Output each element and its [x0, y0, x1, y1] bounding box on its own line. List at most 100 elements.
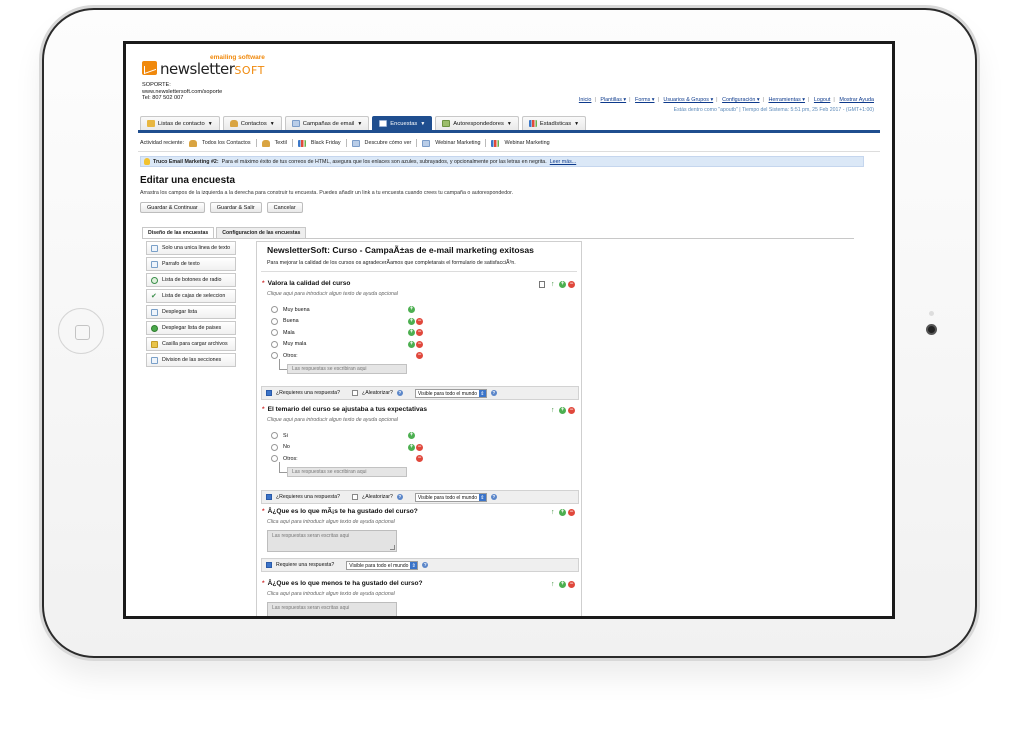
tab-autorespondedores[interactable]: Autorespondedores ▼: [435, 116, 519, 130]
delete-icon[interactable]: −: [416, 455, 423, 462]
radio-button[interactable]: [271, 443, 278, 451]
link-inicio[interactable]: Inicio: [579, 97, 592, 103]
add-icon[interactable]: +: [408, 306, 415, 313]
link-mostrar-ayuda[interactable]: Mostrar Ayuda: [839, 97, 874, 103]
tab-estadisticas[interactable]: Estadísticas ▼: [521, 116, 587, 130]
recent-label: Actividad reciente:: [140, 140, 185, 146]
add-icon[interactable]: +: [559, 581, 566, 588]
link-logout[interactable]: Logout: [814, 97, 831, 103]
delete-icon[interactable]: −: [416, 329, 423, 336]
delete-icon[interactable]: −: [568, 581, 575, 588]
add-icon[interactable]: +: [408, 432, 415, 439]
link-forms[interactable]: Forms ▾: [635, 97, 654, 103]
field-palette: Solo una unica linea de texto Parrafo de…: [146, 241, 236, 367]
delete-icon[interactable]: −: [416, 443, 423, 451]
add-icon[interactable]: +: [408, 340, 415, 348]
tab-listas-de-contacto[interactable]: Listas de contacto ▼: [140, 116, 220, 130]
randomize-label: ¿Aleatorizar?: [362, 390, 393, 396]
tip-read-more-link[interactable]: Leer más...: [550, 159, 577, 165]
logo[interactable]: emailing software newsletterSOFT: [140, 54, 270, 82]
palette-dropdown[interactable]: Desplegar lista: [146, 305, 236, 319]
tab-diseno[interactable]: Diseño de las encuestas: [142, 227, 215, 238]
link-usuarios-grupos[interactable]: Usuarios & Grupos ▾: [663, 97, 713, 103]
move-up-icon[interactable]: ↑: [551, 581, 557, 588]
palette-radio-list[interactable]: Lista de botones de radio: [146, 273, 236, 287]
recent-item[interactable]: Webinar Marketing: [504, 140, 549, 146]
randomize-checkbox[interactable]: [352, 494, 359, 500]
save-exit-button[interactable]: Guardar & Salir: [209, 202, 262, 213]
radio-button[interactable]: [271, 352, 278, 360]
copy-icon[interactable]: [539, 281, 545, 288]
recent-item[interactable]: Todos los Contactos: [202, 140, 251, 146]
palette-checkbox-list[interactable]: ✔ Lista de cajas de seleccion: [146, 289, 236, 303]
palette-single-line[interactable]: Solo una unica linea de texto: [146, 241, 236, 255]
delete-icon[interactable]: −: [568, 281, 575, 288]
help-icon[interactable]: ?: [490, 390, 497, 396]
radio-button[interactable]: [271, 306, 278, 314]
tab-campanas-de-email[interactable]: Campañas de email ▼: [284, 116, 370, 130]
add-icon[interactable]: +: [559, 281, 566, 288]
add-icon[interactable]: +: [408, 329, 415, 336]
add-icon[interactable]: +: [408, 443, 415, 451]
add-icon[interactable]: +: [559, 407, 566, 414]
option-label[interactable]: No: [283, 444, 290, 450]
delete-icon[interactable]: −: [416, 317, 423, 325]
option-label[interactable]: Mala: [283, 330, 295, 336]
tab-configuracion[interactable]: Configuracion de las encuestas: [216, 227, 307, 238]
question-title[interactable]: * Valora la calidad del curso: [262, 280, 350, 287]
question-title[interactable]: * El temario del curso se ajustaba a tus …: [262, 406, 427, 413]
required-checkbox[interactable]: [266, 494, 272, 500]
palette-country-dropdown[interactable]: Desplegar lista de paises: [146, 321, 236, 335]
help-icon[interactable]: ?: [422, 562, 429, 568]
cancel-button[interactable]: Cancelar: [266, 202, 303, 213]
question-help[interactable]: Clica aqui para introducir algun texto d…: [267, 519, 395, 525]
required-checkbox[interactable]: [266, 390, 272, 396]
visibility-select[interactable]: Visible para todo el mundo: [414, 492, 487, 502]
visibility-select[interactable]: Visible para todo el mundo: [414, 388, 487, 398]
help-icon[interactable]: ?: [490, 494, 497, 500]
question-help[interactable]: Clica aqui para introducir algun texto d…: [267, 591, 395, 597]
option-label[interactable]: Si: [283, 433, 288, 439]
question-title[interactable]: * Â¿Que es lo que mÃ¡s te ha gustado del …: [262, 508, 418, 515]
radio-button[interactable]: [271, 317, 278, 325]
option-label[interactable]: Muy buena: [283, 307, 310, 313]
link-herramientas[interactable]: Herramientas ▾: [768, 97, 805, 103]
delete-icon[interactable]: −: [568, 407, 575, 414]
survey-subtitle[interactable]: Para mejorar la calidad de los cursos os…: [267, 260, 516, 266]
palette-file-upload[interactable]: Casilla para cargar archivos: [146, 337, 236, 351]
palette-paragraph[interactable]: Parrafo de texto: [146, 257, 236, 271]
add-icon[interactable]: +: [408, 317, 415, 325]
delete-icon[interactable]: −: [416, 340, 423, 348]
required-checkbox[interactable]: [266, 562, 272, 568]
radio-button[interactable]: [271, 329, 278, 337]
recent-item[interactable]: Textil: [275, 140, 287, 146]
recent-item[interactable]: Webinar Marketing: [435, 140, 480, 146]
add-icon[interactable]: +: [559, 509, 566, 516]
survey-title[interactable]: NewsletterSoft: Curso - CampaÃ±as de e-m…: [267, 245, 534, 255]
recent-item[interactable]: Black Friday: [311, 140, 341, 146]
question-title[interactable]: * Â¿Que es lo que menos te ha gustado del…: [262, 580, 423, 587]
tab-encuestas[interactable]: Encuestas ▼: [372, 116, 433, 130]
question-help[interactable]: Clique aqui para introducir algun texto …: [267, 291, 398, 297]
option-label[interactable]: Buena: [283, 318, 299, 324]
save-continue-button[interactable]: Guardar & Continuar: [140, 202, 205, 213]
visibility-select[interactable]: Visible para todo el mundo: [346, 560, 419, 570]
link-plantillas[interactable]: Plantillas ▾: [600, 97, 626, 103]
help-icon[interactable]: ?: [396, 494, 403, 500]
radio-button[interactable]: [271, 432, 278, 440]
link-configuracion[interactable]: Configuración ▾: [722, 97, 759, 103]
recent-item[interactable]: Descubre cómo ver: [365, 140, 412, 146]
tab-contactos[interactable]: Contactos ▼: [222, 116, 282, 130]
move-up-icon[interactable]: ↑: [551, 407, 557, 414]
question-help[interactable]: Clique aqui para introducir algun texto …: [267, 417, 398, 423]
radio-button[interactable]: [271, 340, 278, 348]
move-up-icon[interactable]: ↑: [551, 509, 557, 516]
delete-icon[interactable]: −: [416, 352, 423, 359]
option-label[interactable]: Muy mala: [283, 341, 306, 347]
delete-icon[interactable]: −: [568, 509, 575, 516]
move-up-icon[interactable]: ↑: [551, 281, 557, 288]
randomize-checkbox[interactable]: [352, 390, 359, 396]
palette-section-divider[interactable]: Division de las secciones: [146, 353, 236, 367]
help-icon[interactable]: ?: [396, 390, 403, 396]
radio-button[interactable]: [271, 455, 278, 463]
